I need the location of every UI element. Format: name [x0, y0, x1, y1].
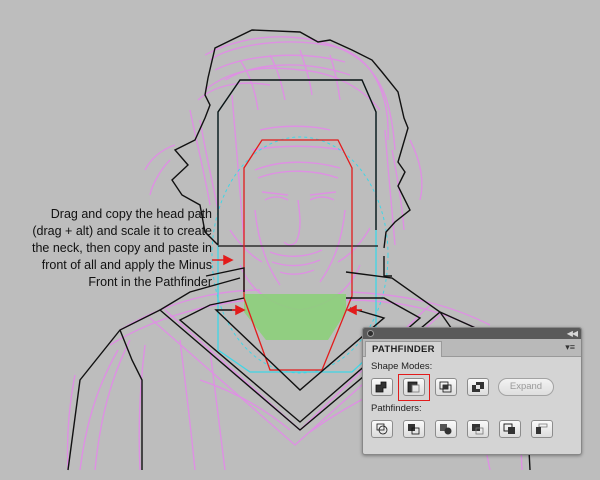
exclude-button[interactable] [467, 378, 489, 396]
intersect-icon [439, 381, 452, 393]
trim-icon [408, 424, 420, 435]
panel-tab-row: PATHFINDER ▾≡ [363, 339, 581, 357]
exclude-icon [472, 382, 484, 392]
caption-line: (drag + alt) and scale it to create [32, 224, 212, 238]
pathfinder-panel: ◀◀ PATHFINDER ▾≡ Shape Modes: Expand Pat [362, 327, 582, 455]
close-icon[interactable] [367, 330, 374, 337]
unite-button[interactable] [371, 378, 393, 396]
neck-shape [244, 294, 346, 340]
minus-back-button[interactable] [531, 420, 553, 438]
minus-back-icon [536, 423, 548, 434]
caption-line: front of all and apply the Minus [41, 258, 212, 272]
divide-button[interactable] [371, 420, 393, 438]
instruction-caption: Drag and copy the head path (drag + alt)… [6, 206, 212, 291]
caption-line: the neck, then copy and paste in [32, 241, 212, 255]
caption-line: Front in the Pathfinder [88, 275, 212, 289]
highlight-box [398, 374, 430, 401]
outline-button[interactable] [499, 420, 521, 438]
merge-icon [440, 424, 452, 435]
expand-button[interactable]: Expand [498, 378, 554, 396]
unite-icon [375, 381, 387, 393]
pathfinders-label: Pathfinders: [371, 403, 422, 414]
crop-icon [472, 424, 484, 435]
merge-button[interactable] [435, 420, 457, 438]
caption-line: Drag and copy the head path [50, 207, 212, 221]
outline-icon [503, 423, 515, 434]
shape-modes-label: Shape Modes: [371, 361, 433, 372]
crop-button[interactable] [467, 420, 489, 438]
panel-menu-icon[interactable]: ▾≡ [565, 342, 575, 353]
tab-pathfinder[interactable]: PATHFINDER [365, 341, 442, 357]
trim-button[interactable] [403, 420, 425, 438]
double-chevron-icon[interactable]: ◀◀ [567, 328, 578, 339]
panel-title-bar[interactable]: ◀◀ [363, 328, 581, 339]
divide-icon [376, 423, 388, 435]
intersect-button[interactable] [435, 378, 457, 396]
